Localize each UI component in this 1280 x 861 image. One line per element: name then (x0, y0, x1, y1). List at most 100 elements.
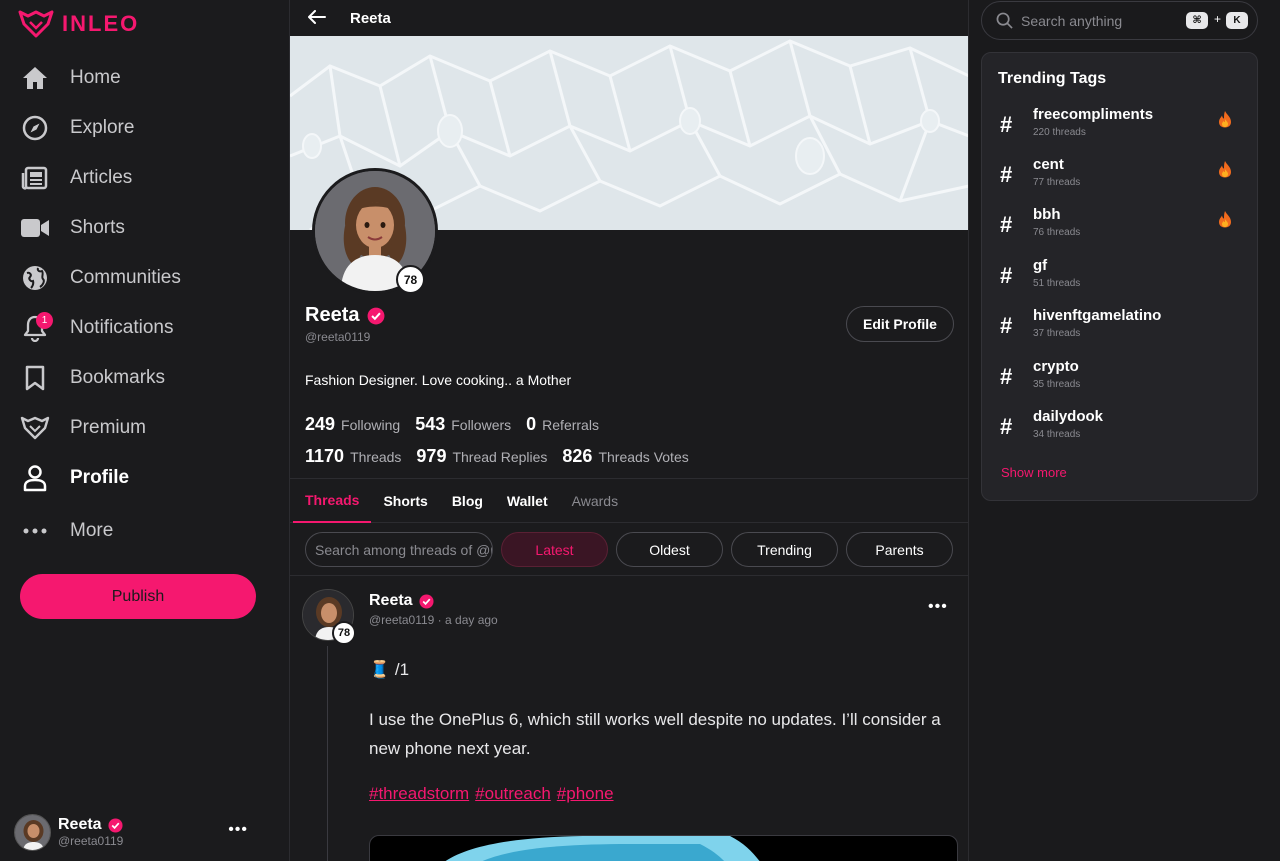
tab-blog[interactable]: Blog (440, 479, 495, 523)
sidebar-item-label: Premium (70, 417, 147, 438)
tag-name: gf (1033, 257, 1048, 274)
following-stat[interactable]: 249 Following (305, 414, 400, 435)
sidebar-item-premium[interactable]: Premium (0, 403, 290, 453)
tab-threads[interactable]: Threads (293, 479, 372, 523)
thread-connector-line (327, 646, 328, 861)
tag-name: crypto (1033, 358, 1079, 375)
post-author-name: Reeta (369, 592, 413, 609)
hash-icon: # (1000, 313, 1013, 338)
trending-tag-item[interactable]: # freecompliments 220 threads (998, 106, 1243, 146)
fire-icon (1219, 211, 1231, 228)
trending-tag-item[interactable]: # cent 77 threads (998, 156, 1243, 196)
tag-count: 35 threads (1033, 379, 1081, 390)
show-more-link[interactable]: Show more (1001, 465, 1067, 480)
filter-trending-chip[interactable]: Trending (731, 532, 838, 567)
filter-oldest-chip[interactable]: Oldest (616, 532, 723, 567)
thread-votes-stat: 826 Threads Votes (562, 446, 689, 466)
profile-name: Reeta (305, 304, 385, 327)
profile-main: Reeta 78 Reeta @reeta0119 Edit Profile F… (290, 0, 969, 861)
hash-icon: # (1000, 414, 1013, 439)
account-switcher[interactable]: Reeta @reeta0119 ••• (14, 813, 274, 851)
hashtag-link[interactable]: #threadstorm (369, 784, 469, 804)
sidebar-item-label: Articles (70, 167, 133, 188)
left-sidebar: INLEO Home Explore Articles Shorts Commu… (0, 0, 290, 861)
filter-parents-chip[interactable]: Parents (846, 532, 953, 567)
sidebar-item-label: Profile (70, 467, 130, 488)
top-bar: Reeta (290, 0, 968, 36)
sidebar-item-communities[interactable]: Communities (0, 253, 290, 303)
fire-icon (1219, 111, 1231, 128)
post-author[interactable]: Reeta (369, 592, 434, 610)
post-media-image[interactable] (369, 835, 958, 861)
sidebar-item-explore[interactable]: Explore (0, 103, 290, 153)
search-icon (996, 12, 1013, 29)
account-menu-icon[interactable]: ••• (228, 821, 248, 839)
thread-search-input[interactable] (305, 532, 493, 567)
post-time: a day ago (445, 613, 498, 627)
followers-stat[interactable]: 543 Followers (415, 414, 511, 435)
referrals-stat[interactable]: 0 Referrals (526, 414, 599, 435)
sidebar-item-label: Notifications (70, 317, 174, 338)
leo-logo-icon (18, 10, 54, 38)
edit-profile-button[interactable]: Edit Profile (846, 306, 954, 342)
level-badge: 78 (396, 265, 425, 294)
profile-handle: @reeta0119 (305, 330, 371, 344)
shortcut-key-cmd: ⌘ (1186, 12, 1208, 29)
home-icon (20, 63, 50, 93)
trending-tags-card: Trending Tags # freecompliments 220 thre… (981, 52, 1258, 501)
post-level-badge: 78 (332, 621, 356, 645)
sidebar-item-profile[interactable]: Profile (0, 453, 290, 503)
back-arrow-icon[interactable] (308, 7, 332, 30)
tag-count: 220 threads (1033, 127, 1086, 138)
tag-count: 77 threads (1033, 177, 1081, 188)
sidebar-item-label: More (70, 520, 114, 541)
hash-icon: # (1000, 212, 1013, 237)
profile-bio: Fashion Designer. Love cooking.. a Mothe… (305, 372, 572, 388)
hash-icon: # (1000, 263, 1013, 288)
trending-tag-item[interactable]: # dailydook 34 threads (998, 408, 1243, 448)
sidebar-item-notifications[interactable]: 1 Notifications (0, 303, 290, 353)
tab-awards[interactable]: Awards (560, 479, 630, 523)
tag-name: cent (1033, 156, 1064, 173)
publish-button[interactable]: Publish (20, 574, 256, 619)
tag-name: hivenftgamelatino (1033, 307, 1162, 324)
tab-wallet[interactable]: Wallet (495, 479, 560, 523)
filter-latest-chip[interactable]: Latest (501, 532, 608, 567)
leo-logo-icon (20, 413, 50, 443)
notification-count-badge: 1 (36, 312, 53, 329)
tag-name: bbh (1033, 206, 1061, 223)
hash-icon: # (1000, 162, 1013, 187)
hash-icon: # (1000, 364, 1013, 389)
thread-post[interactable]: 78 Reeta @reeta0119 · a day ago ••• 🧵 /1… (290, 576, 968, 861)
sidebar-item-shorts[interactable]: Shorts (0, 203, 290, 253)
avatar (14, 813, 51, 851)
hash-icon: # (1000, 112, 1013, 137)
sidebar-item-label: Communities (70, 267, 181, 288)
sidebar-item-label: Explore (70, 117, 135, 138)
sidebar-item-home[interactable]: Home (0, 53, 290, 103)
trending-tag-item[interactable]: # crypto 35 threads (998, 358, 1243, 398)
sidebar-item-articles[interactable]: Articles (0, 153, 290, 203)
trending-tag-item[interactable]: # bbh 76 threads (998, 206, 1243, 246)
sidebar-item-label: Home (70, 67, 121, 88)
account-handle: @reeta0119 (58, 834, 124, 848)
bookmark-icon (20, 363, 50, 393)
shortcut-plus: + (1214, 12, 1222, 26)
newspaper-icon (20, 163, 50, 193)
global-search[interactable]: ⌘ + K (981, 1, 1258, 40)
logo-text: INLEO (62, 11, 140, 36)
inleo-logo[interactable]: INLEO (18, 10, 139, 38)
trending-tag-item[interactable]: # gf 51 threads (998, 257, 1243, 297)
post-thread-index: 🧵 /1 (369, 660, 410, 679)
shortcut-key-k: K (1226, 12, 1248, 29)
sidebar-item-more[interactable]: More (0, 506, 290, 556)
profile-tabs: Threads Shorts Blog Wallet Awards (290, 478, 968, 523)
hashtag-link[interactable]: #phone (557, 784, 614, 804)
post-handle: @reeta0119 (369, 613, 435, 627)
hashtag-link[interactable]: #outreach (475, 784, 551, 804)
search-input[interactable] (1021, 12, 1171, 29)
post-menu-icon[interactable]: ••• (928, 598, 948, 616)
trending-tag-item[interactable]: # hivenftgamelatino 37 threads (998, 307, 1243, 347)
tab-shorts[interactable]: Shorts (371, 479, 439, 523)
sidebar-item-bookmarks[interactable]: Bookmarks (0, 353, 290, 403)
